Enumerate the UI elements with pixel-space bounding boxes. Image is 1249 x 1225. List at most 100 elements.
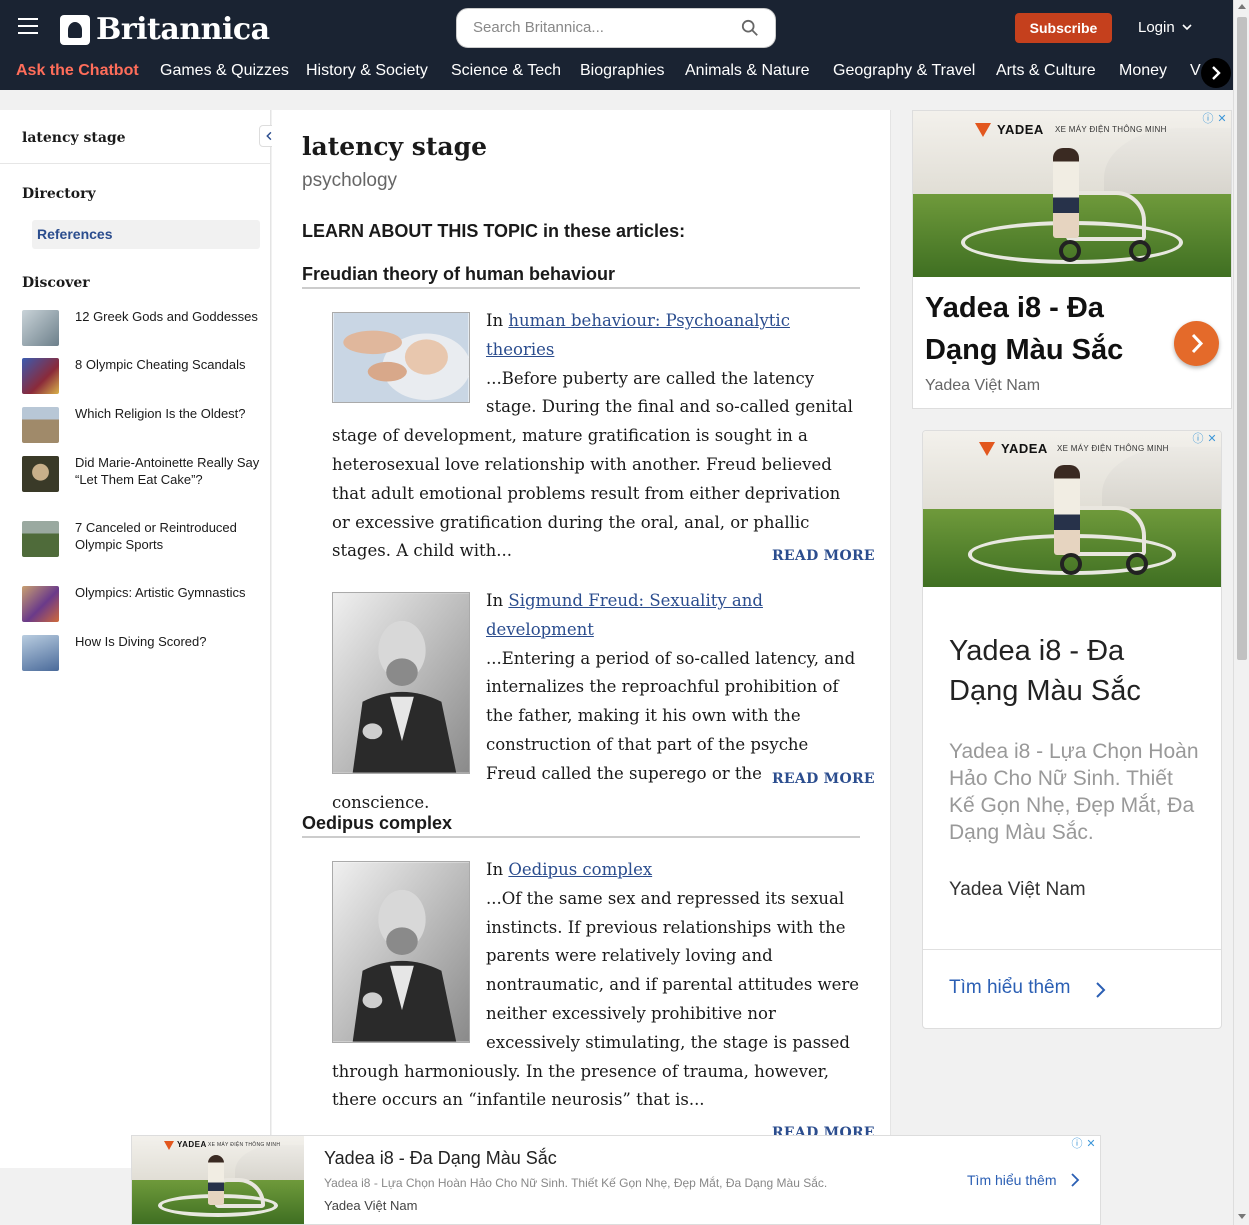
discover-item-label: 12 Greek Gods and Goddesses <box>75 309 258 324</box>
login-button[interactable]: Login <box>1138 19 1175 36</box>
ad-cta-link[interactable]: Tìm hiểu thêm <box>967 1172 1056 1188</box>
learn-about-prefix: LEARN ABOUT THIS TOPIC <box>302 221 539 241</box>
nav-ask-chatbot[interactable]: Ask the Chatbot <box>16 62 139 80</box>
discover-item-label: How Is Diving Scored? <box>75 634 207 649</box>
page-subtitle: psychology <box>302 170 398 191</box>
nav-biographies[interactable]: Biographies <box>580 62 665 80</box>
ad-brand: YADEA <box>997 122 1044 137</box>
ad-close-icon[interactable]: ✕ <box>1205 432 1219 446</box>
article-link[interactable]: human behaviour: Psychoanalytic theories <box>486 311 790 359</box>
ad-choices[interactable]: ⓘ ✕ <box>1201 112 1229 126</box>
discover-thumbnail <box>22 310 59 346</box>
discover-item[interactable]: 8 Olympic Cheating Scandals <box>22 357 262 394</box>
chevron-right-icon <box>1212 66 1221 80</box>
ad-cta-link[interactable]: Tìm hiểu thêm <box>949 977 1070 999</box>
read-more-link[interactable]: READ MORE <box>772 771 875 787</box>
discover-thumbnail <box>22 635 59 671</box>
excerpt-in: In <box>486 860 509 879</box>
topic-sidebar: latency stage Directory References Disco… <box>0 110 271 1168</box>
ad-close-icon[interactable]: ✕ <box>1215 112 1229 126</box>
subscribe-button[interactable]: Subscribe <box>1015 13 1112 43</box>
advertisement-card[interactable]: YADEA XE MÁY ĐIỆN THÔNG MINH ⓘ ✕ Yadea i8… <box>922 430 1222 1029</box>
discover-item[interactable]: Olympics: Artistic Gymnastics <box>22 585 262 622</box>
nav-arts-culture[interactable]: Arts & Culture <box>996 62 1096 80</box>
nav-scroll-right-button[interactable] <box>1201 58 1231 88</box>
discover-thumbnail <box>22 521 59 557</box>
search-input[interactable] <box>473 19 733 36</box>
chevron-down-icon[interactable] <box>1182 22 1192 32</box>
scrollbar-thumb[interactable] <box>1237 17 1247 660</box>
nav-geography-travel[interactable]: Geography & Travel <box>833 62 975 80</box>
ad-headline[interactable]: Yadea i8 - Đa Dạng Màu Sắc <box>949 631 1179 711</box>
discover-thumbnail <box>22 407 59 443</box>
ad-info-icon[interactable]: ⓘ <box>1070 1137 1084 1151</box>
advertisement-card[interactable]: YADEA XE MÁY ĐIỆN THÔNG MINH ⓘ ✕ Yadea i8… <box>912 110 1232 409</box>
nav-history-society[interactable]: History & Society <box>306 62 428 80</box>
sidebar-item-references[interactable]: References <box>32 220 260 249</box>
ad-choices[interactable]: ⓘ ✕ <box>1070 1137 1098 1151</box>
nav-animals-nature[interactable]: Animals & Nature <box>685 62 810 80</box>
excerpt-in: In <box>486 591 509 610</box>
ad-headline[interactable]: Yadea i8 - Đa Dạng Màu Sắc <box>324 1148 557 1169</box>
nav-science-tech[interactable]: Science & Tech <box>451 62 561 80</box>
ad-image: YADEA XE MÁY ĐIỆN THÔNG MINH <box>132 1136 304 1224</box>
ad-source: Yadea Việt Nam <box>324 1198 418 1213</box>
freud-portrait-thumbnail[interactable] <box>332 592 470 774</box>
sidebar-topic-title: latency stage <box>22 130 126 146</box>
nav-truncated[interactable]: V <box>1190 62 1201 80</box>
scroll-up-arrow-icon[interactable] <box>1238 4 1246 9</box>
ad-image: YADEA XE MÁY ĐIỆN THÔNG MINH ⓘ ✕ <box>913 111 1231 277</box>
chevron-right-icon[interactable] <box>1093 980 1107 1000</box>
discover-item-label: Which Religion Is the Oldest? <box>75 406 246 421</box>
read-more-link[interactable]: READ MORE <box>772 548 875 564</box>
discover-item-label: 7 Canceled or Reintroduced Olympic Sport… <box>75 520 237 552</box>
ad-brand-tag: XE MÁY ĐIỆN THÔNG MINH <box>1057 444 1169 453</box>
britannica-logo[interactable]: Britannica <box>60 12 270 47</box>
discover-heading: Discover <box>22 275 90 291</box>
chevron-right-icon[interactable] <box>1070 1172 1080 1188</box>
logo-text: Britannica <box>96 12 270 47</box>
ad-source: Yadea Việt Nam <box>949 879 1086 900</box>
discover-item-label: Olympics: Artistic Gymnastics <box>75 585 246 600</box>
discover-thumbnail <box>22 586 59 622</box>
hamburger-menu-icon[interactable] <box>18 18 38 36</box>
article-link[interactable]: Sigmund Freud: Sexuality and development <box>486 591 763 639</box>
search-icon[interactable] <box>741 19 759 37</box>
discover-item[interactable]: 7 Canceled or Reintroduced Olympic Sport… <box>22 520 262 557</box>
discover-item[interactable]: Did Marie-Antoinette Really Say “Let The… <box>22 455 262 492</box>
ad-headline[interactable]: Yadea i8 - Đa Dạng Màu Sắc <box>925 287 1165 371</box>
nav-money[interactable]: Money <box>1119 62 1167 80</box>
ad-choices[interactable]: ⓘ ✕ <box>1191 432 1219 446</box>
discover-thumbnail <box>22 358 59 394</box>
section-heading: Freudian theory of human behaviour <box>302 264 860 289</box>
discover-thumbnail <box>22 456 59 492</box>
category-nav: Ask the Chatbot Games & Quizzes History … <box>0 58 1233 88</box>
ad-info-icon[interactable]: ⓘ <box>1201 112 1215 126</box>
ad-image: YADEA XE MÁY ĐIỆN THÔNG MINH ⓘ ✕ <box>923 431 1221 587</box>
ad-source: Yadea Việt Nam <box>925 377 1041 394</box>
discover-item[interactable]: Which Religion Is the Oldest? <box>22 406 262 443</box>
page-title: latency stage <box>302 132 487 161</box>
directory-heading: Directory <box>22 186 96 202</box>
ad-info-icon[interactable]: ⓘ <box>1191 432 1205 446</box>
nav-games-quizzes[interactable]: Games & Quizzes <box>160 62 289 80</box>
ad-brand-tag: XE MÁY ĐIỆN THÔNG MINH <box>208 1142 281 1148</box>
article-link[interactable]: Oedipus complex <box>508 860 652 879</box>
divider <box>923 949 1221 950</box>
search-box[interactable] <box>456 8 776 48</box>
ad-brand-tag: XE MÁY ĐIỆN THÔNG MINH <box>1055 125 1167 134</box>
ad-next-button[interactable] <box>1174 321 1219 366</box>
sticky-advertisement[interactable]: YADEA XE MÁY ĐIỆN THÔNG MINH Yadea i8 - … <box>131 1135 1101 1225</box>
article-excerpt: In Oedipus complex ...Of the same sex an… <box>332 856 862 1115</box>
page-scrollbar[interactable] <box>1233 0 1249 1225</box>
freud-portrait-thumbnail[interactable] <box>332 861 470 1043</box>
learn-about-suffix: in these articles: <box>538 221 686 241</box>
scroll-down-arrow-icon[interactable] <box>1238 1214 1246 1219</box>
article-content: latency stage psychology LEARN ABOUT THI… <box>272 110 891 1225</box>
baby-photo-thumbnail[interactable] <box>332 312 470 403</box>
discover-item[interactable]: How Is Diving Scored? <box>22 634 262 671</box>
ad-close-icon[interactable]: ✕ <box>1084 1137 1098 1151</box>
discover-item-label: 8 Olympic Cheating Scandals <box>75 357 246 372</box>
discover-item[interactable]: 12 Greek Gods and Goddesses <box>22 309 262 346</box>
ad-body: Yadea i8 - Lựa Chọn Hoàn Hảo Cho Nữ Sinh… <box>324 1176 828 1190</box>
